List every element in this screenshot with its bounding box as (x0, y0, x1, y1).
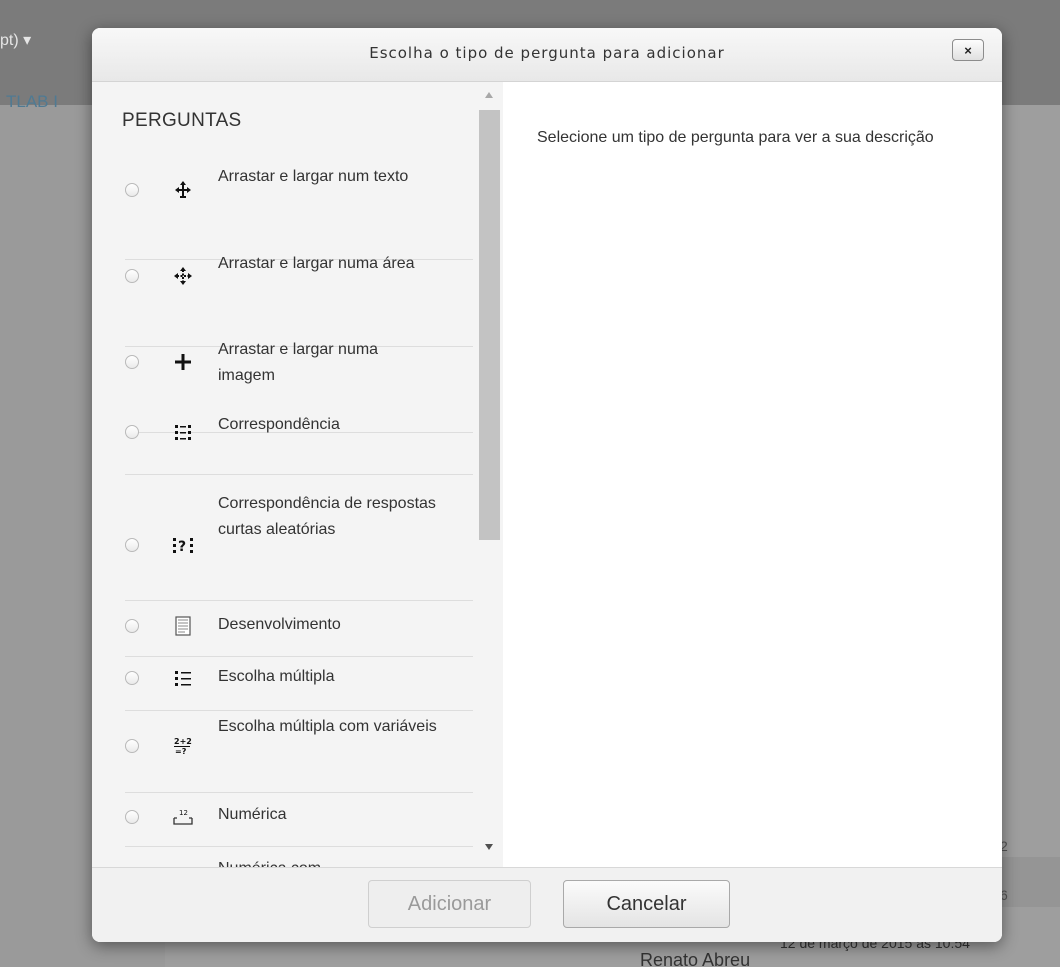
scroll-down-arrow-icon[interactable] (485, 844, 493, 850)
multiple-choice-icon (171, 666, 195, 690)
scrollbar-thumb[interactable] (479, 110, 500, 540)
question-type-label: Escolha múltipla (218, 668, 335, 685)
essay-icon (171, 614, 195, 638)
cancel-button[interactable]: Cancelar (563, 880, 730, 928)
question-type-option[interactable]: 2+2 =? Escolha múltipla com variáveis (125, 718, 473, 793)
question-type-option[interactable]: Escolha múltipla (125, 666, 473, 711)
numerical-icon: 12 (171, 805, 195, 829)
question-type-label: Numérica com (218, 856, 438, 867)
question-type-label: Escolha múltipla com variáveis (218, 718, 437, 735)
question-type-radio[interactable] (125, 269, 139, 283)
calculated-multichoice-icon: 2+2 =? (171, 734, 195, 758)
question-type-option[interactable]: Arrastar e largar num texto (125, 164, 473, 260)
add-button[interactable]: Adicionar (368, 880, 531, 928)
svg-text:12: 12 (179, 809, 188, 817)
question-type-label: Arrastar e largar numa imagem (218, 341, 379, 384)
section-heading: PERGUNTAS (122, 110, 242, 131)
question-type-label: Correspondência (218, 416, 340, 433)
dialog-title: Escolha o tipo de pergunta para adiciona… (369, 44, 725, 62)
description-text: Selecione um tipo de pergunta para ver a… (537, 129, 934, 146)
question-type-option[interactable]: Arrastar e largar numa área (125, 251, 473, 347)
question-type-label: Numérica (218, 806, 287, 823)
question-type-radio[interactable] (125, 425, 139, 439)
page-author-fragment: Renato Abreu (640, 950, 751, 970)
dialog-header: Escolha o tipo de pergunta para adiciona… (92, 28, 1002, 82)
question-type-option[interactable]: 2+2 Numérica com (125, 860, 473, 867)
scroll-up-arrow-icon[interactable] (485, 92, 493, 98)
question-type-option[interactable]: Desenvolvimento (125, 612, 473, 657)
question-type-radio[interactable] (125, 619, 139, 633)
drag-drop-text-icon (171, 178, 195, 202)
svg-text:?: ? (178, 539, 186, 555)
question-description-pane: Selecione um tipo de pergunta para ver a… (503, 82, 1002, 867)
svg-text:=?: =? (175, 747, 187, 756)
question-type-radio[interactable] (125, 671, 139, 685)
user-menu-fragment: pt) ▾ (0, 32, 32, 49)
question-type-radio[interactable] (125, 183, 139, 197)
question-type-label: Arrastar e largar numa área (218, 255, 415, 272)
svg-text:2+2: 2+2 (174, 737, 192, 746)
dialog-footer: Adicionar Cancelar (92, 867, 1002, 942)
question-type-label: Correspondência de respostas curtas alea… (218, 495, 436, 538)
question-type-label: Desenvolvimento (218, 616, 341, 633)
question-type-radio[interactable] (125, 810, 139, 824)
drag-drop-area-icon (171, 264, 195, 288)
list-scrollbar[interactable] (479, 82, 501, 867)
close-button[interactable]: × (952, 39, 984, 61)
question-type-dialog: Escolha o tipo de pergunta para adiciona… (92, 28, 1002, 942)
question-type-list: PERGUNTAS Arrastar e largar num texto Ar… (92, 82, 503, 867)
drag-drop-image-icon (171, 350, 195, 374)
question-type-radio[interactable] (125, 739, 139, 753)
matching-icon (171, 420, 195, 444)
question-type-radio[interactable] (125, 538, 139, 552)
question-type-option[interactable]: Correspondência (125, 416, 473, 475)
page-tab-fragment: TLAB I (6, 92, 58, 111)
question-type-option[interactable]: ? Correspondência de respostas curtas al… (125, 488, 473, 601)
random-short-answer-matching-icon: ? (171, 533, 195, 557)
question-type-radio[interactable] (125, 355, 139, 369)
question-type-option[interactable]: 12 Numérica (125, 806, 473, 847)
question-type-label: Arrastar e largar num texto (218, 168, 409, 185)
